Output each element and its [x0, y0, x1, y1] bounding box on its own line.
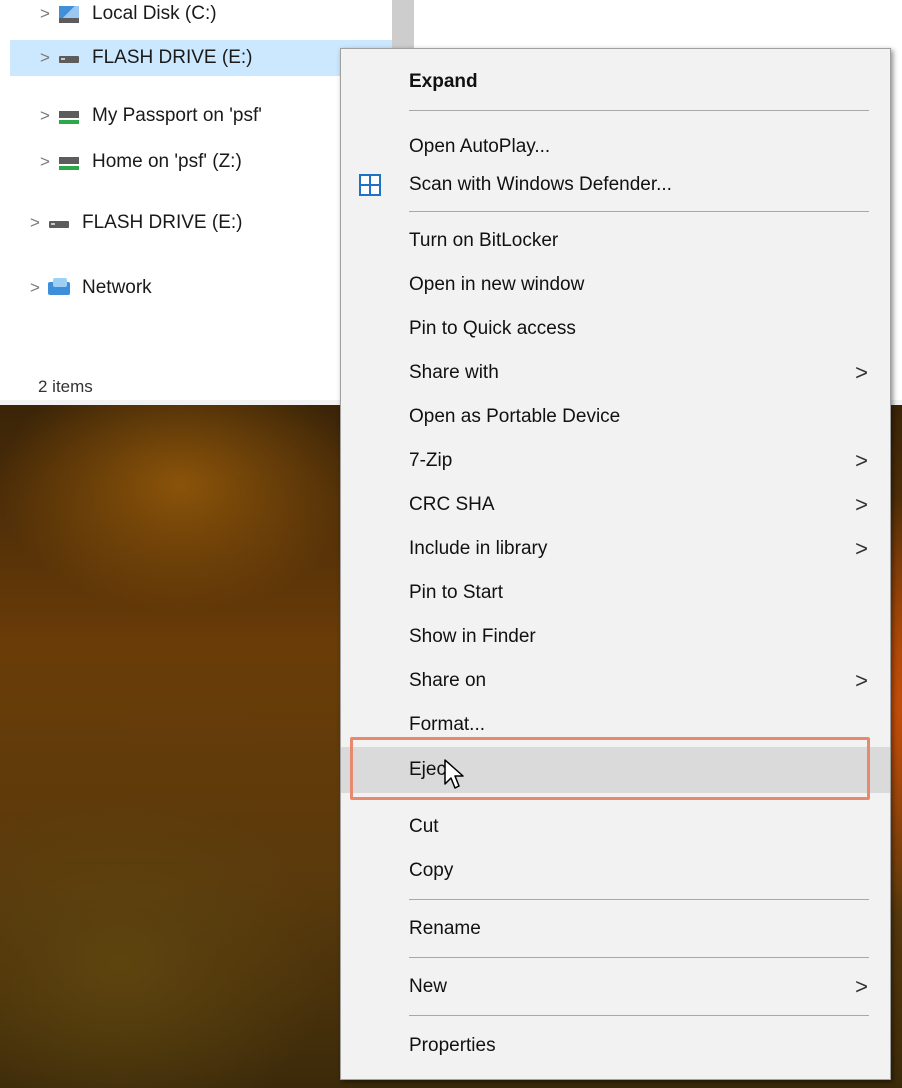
mouse-pointer-icon — [444, 759, 464, 789]
chevron-right-icon: > — [855, 492, 868, 517]
network-drive-icon — [56, 106, 82, 126]
chevron-right-icon: > — [855, 536, 868, 561]
chevron-right-icon[interactable]: > — [24, 213, 46, 233]
tree-item-network[interactable]: > Network — [24, 270, 334, 306]
chevron-right-icon[interactable]: > — [34, 106, 56, 126]
menu-item-include-in-library[interactable]: Include in library > — [341, 529, 890, 569]
menu-separator — [409, 1015, 869, 1016]
usb-drive-icon — [46, 213, 72, 233]
menu-item-open-autoplay[interactable]: Open AutoPlay... — [341, 127, 890, 167]
menu-item-scan-defender[interactable]: Scan with Windows Defender... — [341, 165, 890, 205]
tree-item-flash-drive-selected[interactable]: > FLASH DRIVE (E:) — [10, 40, 392, 76]
menu-item-rename[interactable]: Rename — [341, 909, 890, 949]
menu-item-copy[interactable]: Copy — [341, 851, 890, 891]
menu-item-pin-quick-access[interactable]: Pin to Quick access — [341, 309, 890, 349]
chevron-right-icon[interactable]: > — [24, 278, 46, 298]
menu-item-open-portable-device[interactable]: Open as Portable Device — [341, 397, 890, 437]
tree-item-label: My Passport on 'psf' — [92, 105, 262, 126]
menu-separator — [409, 957, 869, 958]
chevron-right-icon[interactable]: > — [34, 4, 56, 24]
network-icon — [46, 278, 72, 298]
chevron-right-icon: > — [855, 360, 868, 385]
tree-item-label: FLASH DRIVE (E:) — [92, 47, 253, 68]
menu-item-open-new-window[interactable]: Open in new window — [341, 265, 890, 305]
local-disk-icon — [56, 4, 82, 24]
usb-drive-icon — [56, 48, 82, 68]
menu-item-new[interactable]: New > — [341, 967, 890, 1007]
chevron-right-icon[interactable]: > — [34, 48, 56, 68]
network-drive-icon — [56, 152, 82, 172]
tree-item-label: Local Disk (C:) — [92, 3, 217, 24]
chevron-right-icon: > — [855, 448, 868, 473]
menu-item-pin-to-start[interactable]: Pin to Start — [341, 573, 890, 613]
menu-item-crc-sha[interactable]: CRC SHA > — [341, 485, 890, 525]
chevron-right-icon: > — [855, 974, 868, 999]
tree-item-label: Home on 'psf' (Z:) — [92, 151, 242, 172]
context-menu: Expand Open AutoPlay... Scan with Window… — [340, 48, 891, 1080]
menu-item-share-on[interactable]: Share on > — [341, 661, 890, 701]
tree-item-home-psf[interactable]: > Home on 'psf' (Z:) — [34, 144, 334, 180]
menu-item-show-in-finder[interactable]: Show in Finder — [341, 617, 890, 657]
menu-item-share-with[interactable]: Share with > — [341, 353, 890, 393]
menu-item-turn-on-bitlocker[interactable]: Turn on BitLocker — [341, 221, 890, 261]
menu-item-7zip[interactable]: 7-Zip > — [341, 441, 890, 481]
tree-item-flash-drive[interactable]: > FLASH DRIVE (E:) — [24, 205, 334, 241]
menu-item-expand[interactable]: Expand — [341, 62, 890, 102]
tree-item-label: Network — [82, 277, 152, 298]
menu-separator — [409, 211, 869, 212]
chevron-right-icon[interactable]: > — [34, 152, 56, 172]
menu-item-properties[interactable]: Properties — [341, 1026, 890, 1066]
menu-separator — [409, 899, 869, 900]
menu-separator — [409, 110, 869, 111]
tree-item-local-disk[interactable]: > Local Disk (C:) — [34, 0, 392, 32]
chevron-right-icon: > — [855, 668, 868, 693]
tree-item-label: FLASH DRIVE (E:) — [82, 212, 243, 233]
tree-item-my-passport[interactable]: > My Passport on 'psf' — [34, 98, 334, 134]
menu-item-cut[interactable]: Cut — [341, 807, 890, 847]
status-bar-item-count: 2 items — [38, 377, 93, 396]
eject-highlight-annotation — [350, 737, 870, 800]
windows-defender-icon — [359, 174, 381, 196]
